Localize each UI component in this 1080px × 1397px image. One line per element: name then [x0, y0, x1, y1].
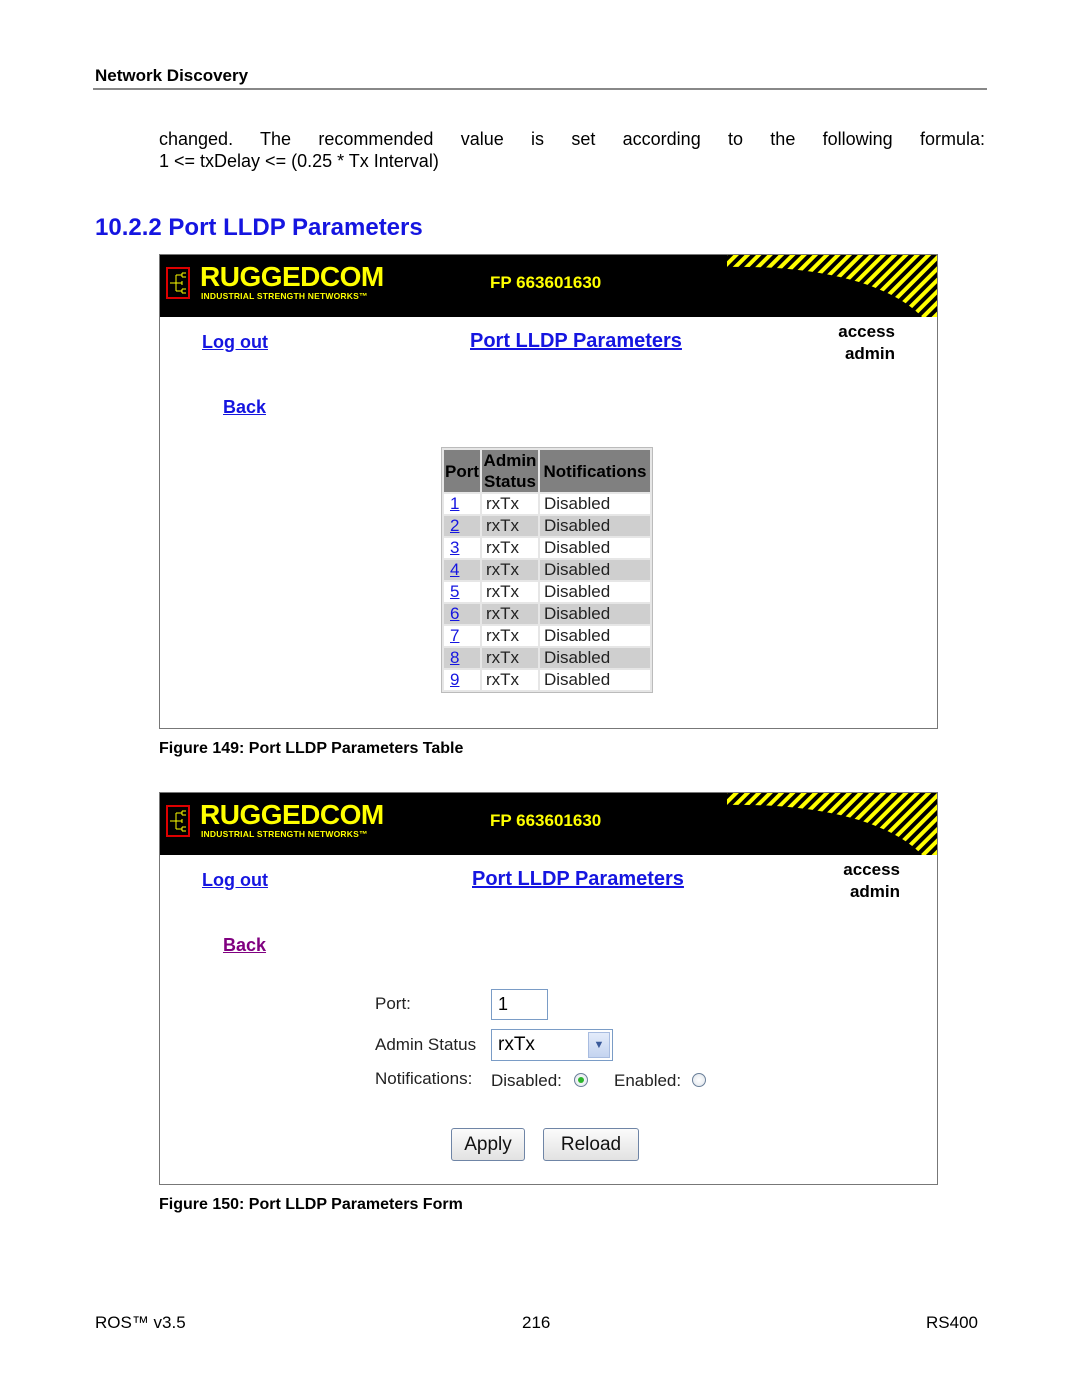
figure-150-caption: Figure 150: Port LLDP Parameters Form — [159, 1196, 463, 1213]
column-header-notifications: Notifications — [540, 450, 650, 492]
notifications-cell: Disabled — [540, 648, 650, 668]
admin-status-cell: rxTx — [482, 494, 538, 514]
ruggedcom-logo-icon — [166, 267, 190, 299]
apply-button[interactable]: Apply — [451, 1128, 525, 1161]
port-lldp-table: Port Admin Status Notifications 1 rxTx Dis… — [441, 447, 653, 693]
body-paragraph: changed. The recommended value is set ac… — [159, 128, 985, 172]
paragraph-line-1: changed. The recommended value is set ac… — [159, 129, 985, 149]
port-link[interactable]: 3 — [448, 538, 459, 557]
port-cell: 5 — [444, 582, 480, 602]
port-cell: 7 — [444, 626, 480, 646]
footer-model: RS400 — [926, 1313, 978, 1332]
ruggedcom-logo-icon — [166, 805, 190, 837]
notifications-disabled-radio[interactable] — [574, 1073, 588, 1087]
access-label: access — [843, 860, 900, 879]
admin-status-label: Admin Status — [375, 1035, 477, 1054]
table-row: 8 rxTx Disabled — [444, 648, 650, 668]
port-link[interactable]: 7 — [448, 626, 459, 645]
column-header-admin-status: Admin Status — [482, 450, 538, 492]
admin-status-cell: rxTx — [482, 538, 538, 558]
notifications-cell: Disabled — [540, 582, 650, 602]
column-header-port: Port — [444, 450, 480, 492]
page-title-link[interactable]: Port LLDP Parameters — [472, 868, 684, 891]
figure-port-lldp-table: RUGGEDCOM INDUSTRIAL STRENGTH NETWORKS™ … — [159, 254, 938, 729]
section-heading: 10.2.2 Port LLDP Parameters — [95, 214, 423, 241]
port-link[interactable]: 6 — [448, 604, 459, 623]
reload-button[interactable]: Reload — [543, 1128, 639, 1161]
table-row: 2 rxTx Disabled — [444, 516, 650, 536]
back-link[interactable]: Back — [223, 397, 266, 418]
ruggedcom-banner: RUGGEDCOM INDUSTRIAL STRENGTH NETWORKS™ … — [160, 793, 937, 855]
disabled-option-label: Disabled: — [491, 1071, 562, 1090]
table-row: 3 rxTx Disabled — [444, 538, 650, 558]
notifications-cell: Disabled — [540, 670, 650, 690]
admin-status-cell: rxTx — [482, 604, 538, 624]
port-cell: 2 — [444, 516, 480, 536]
back-link[interactable]: Back — [223, 935, 266, 956]
device-id: FP 663601630 — [490, 811, 602, 830]
brand-name: RUGGEDCOM — [200, 261, 384, 292]
hazard-stripes-decoration — [727, 255, 937, 317]
port-link[interactable]: 1 — [448, 494, 459, 513]
section-header: Network Discovery — [95, 66, 249, 85]
port-cell: 1 — [444, 494, 480, 514]
table-row: 4 rxTx Disabled — [444, 560, 650, 580]
notifications-label: Notifications: — [375, 1069, 473, 1088]
access-info: access admin — [838, 321, 895, 365]
port-link[interactable]: 9 — [448, 670, 459, 689]
chevron-down-icon[interactable]: ▼ — [588, 1032, 610, 1058]
access-level: admin — [844, 344, 895, 363]
footer-product: ROS™ v3.5 — [95, 1313, 186, 1332]
port-link[interactable]: 5 — [448, 582, 459, 601]
admin-status-cell: rxTx — [482, 560, 538, 580]
port-link[interactable]: 8 — [448, 648, 459, 667]
table-row: 1 rxTx Disabled — [444, 494, 650, 514]
notifications-cell: Disabled — [540, 626, 650, 646]
admin-status-cell: rxTx — [482, 648, 538, 668]
port-cell: 6 — [444, 604, 480, 624]
logout-link[interactable]: Log out — [202, 332, 268, 353]
port-label: Port: — [375, 994, 411, 1013]
admin-status-cell: rxTx — [482, 582, 538, 602]
access-level: admin — [849, 882, 900, 901]
brand-name: RUGGEDCOM — [200, 799, 384, 830]
port-cell: 3 — [444, 538, 480, 558]
enabled-option-label: Enabled: — [614, 1071, 682, 1090]
notifications-cell: Disabled — [540, 516, 650, 536]
port-link[interactable]: 4 — [448, 560, 459, 579]
port-cell: 8 — [444, 648, 480, 668]
notifications-cell: Disabled — [540, 494, 650, 514]
table-row: 7 rxTx Disabled — [444, 626, 650, 646]
footer-page-number: 216 — [522, 1313, 551, 1332]
paragraph-line-2: 1 <= txDelay <= (0.25 * Tx Interval) — [159, 151, 439, 171]
table-row: 5 rxTx Disabled — [444, 582, 650, 602]
logout-link[interactable]: Log out — [202, 870, 268, 891]
hazard-stripes-decoration — [727, 793, 937, 855]
table-row: 9 rxTx Disabled — [444, 670, 650, 690]
port-input[interactable] — [491, 989, 548, 1020]
access-info: access admin — [843, 859, 900, 903]
admin-status-value: rxTx — [498, 1034, 535, 1055]
admin-status-cell: rxTx — [482, 626, 538, 646]
figure-149-caption: Figure 149: Port LLDP Parameters Table — [159, 740, 464, 757]
device-id: FP 663601630 — [490, 273, 602, 292]
notifications-cell: Disabled — [540, 560, 650, 580]
header-rule — [93, 88, 987, 90]
notifications-cell: Disabled — [540, 604, 650, 624]
ruggedcom-banner: RUGGEDCOM INDUSTRIAL STRENGTH NETWORKS™ … — [160, 255, 937, 317]
notifications-enabled-radio[interactable] — [692, 1073, 706, 1087]
figure-port-lldp-form: RUGGEDCOM INDUSTRIAL STRENGTH NETWORKS™ … — [159, 792, 938, 1185]
notifications-cell: Disabled — [540, 538, 650, 558]
table-row: 6 rxTx Disabled — [444, 604, 650, 624]
admin-status-cell: rxTx — [482, 516, 538, 536]
brand-tagline: INDUSTRIAL STRENGTH NETWORKS™ — [201, 829, 368, 839]
page-title-link[interactable]: Port LLDP Parameters — [470, 330, 682, 353]
port-cell: 4 — [444, 560, 480, 580]
port-link[interactable]: 2 — [448, 516, 459, 535]
port-cell: 9 — [444, 670, 480, 690]
admin-status-select[interactable]: rxTx ▼ — [491, 1029, 613, 1061]
admin-status-cell: rxTx — [482, 670, 538, 690]
access-label: access — [838, 322, 895, 341]
brand-tagline: INDUSTRIAL STRENGTH NETWORKS™ — [201, 291, 368, 301]
